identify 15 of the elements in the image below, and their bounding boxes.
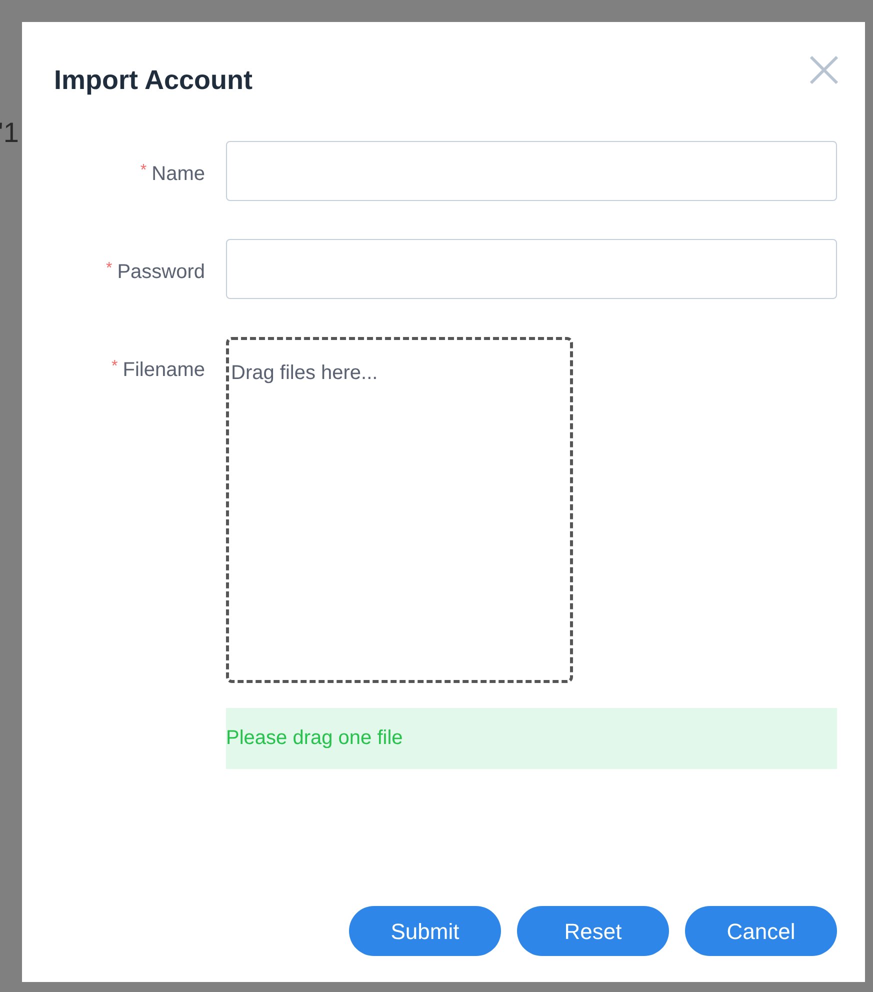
field-label: Filename	[122, 358, 205, 382]
dialog-button[interactable]: Submit	[349, 906, 501, 956]
text-field[interactable]	[226, 238, 837, 298]
required-mark: *	[140, 160, 147, 180]
file-drop-zone[interactable]: Drag files here...	[226, 336, 573, 682]
text-field[interactable]	[226, 140, 837, 200]
dialog-button[interactable]: Cancel	[685, 906, 837, 956]
required-mark: *	[112, 356, 118, 376]
close-icon[interactable]	[809, 55, 839, 85]
field-label: Password	[117, 260, 205, 284]
dialog-title: Import Account	[54, 64, 252, 97]
required-mark: *	[106, 258, 112, 278]
field-label: Name	[152, 162, 205, 186]
alert-message: Please drag one file	[226, 708, 837, 768]
dialog-button[interactable]: Reset	[517, 906, 669, 956]
